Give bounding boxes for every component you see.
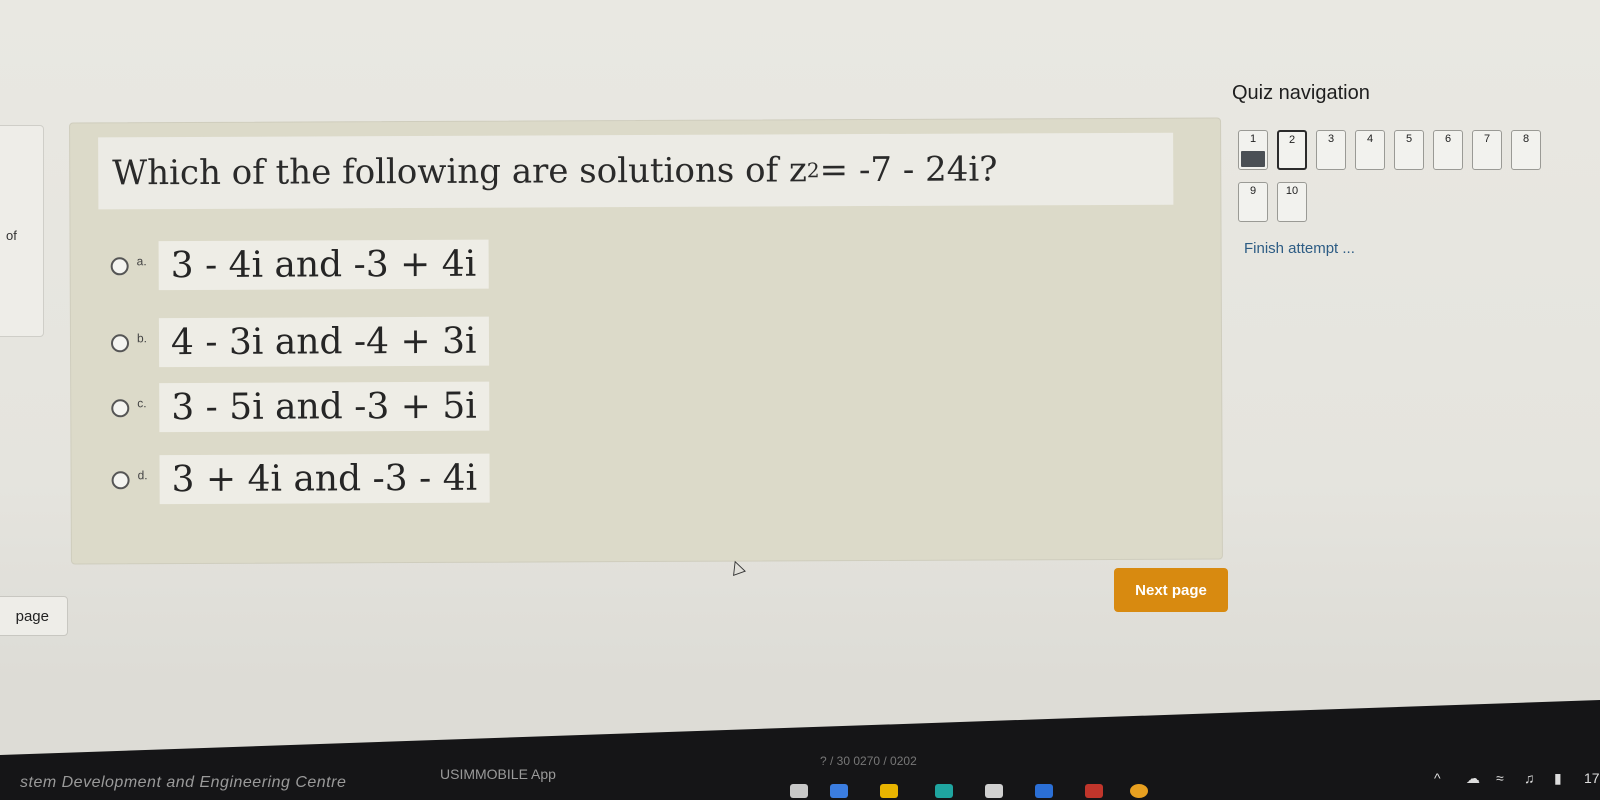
- question-card: Which of the following are solutions of …: [69, 117, 1223, 565]
- quiz-nav-button-1[interactable]: 1: [1238, 130, 1268, 170]
- radio-icon[interactable]: [111, 398, 130, 417]
- option-c[interactable]: c. 3 - 5i and -3 + 5i: [111, 381, 489, 433]
- quiz-nav-number: 3: [1327, 133, 1335, 145]
- question-exponent: 2: [806, 158, 820, 183]
- radio-icon[interactable]: [110, 256, 129, 275]
- chevron-up-icon[interactable]: ^: [1434, 770, 1441, 786]
- quiz-nav-button-9[interactable]: 9: [1238, 182, 1268, 222]
- folder-icon[interactable]: [880, 784, 898, 798]
- quiz-navigation-title: Quiz navigation: [1232, 82, 1370, 104]
- edge-icon[interactable]: [830, 784, 848, 798]
- quiz-nav-number: 7: [1483, 133, 1491, 145]
- finish-attempt-link[interactable]: Finish attempt ...: [1244, 240, 1355, 257]
- chrome-icon[interactable]: [1130, 784, 1148, 798]
- quiz-nav-number: 10: [1285, 185, 1299, 197]
- radio-icon[interactable]: [111, 470, 130, 489]
- option-letter: a.: [136, 253, 147, 268]
- quiz-nav-number: 5: [1405, 133, 1413, 145]
- cloud-icon[interactable]: ☁: [1466, 770, 1480, 787]
- option-d[interactable]: d. 3 + 4i and -3 - 4i: [111, 453, 490, 505]
- answered-flag: [1241, 151, 1265, 167]
- quiz-nav-button-6[interactable]: 6: [1433, 130, 1463, 170]
- taskbar-app-title[interactable]: USIMMOBILE App: [440, 766, 556, 782]
- clock[interactable]: 17: [1584, 770, 1600, 786]
- option-letter: c.: [137, 395, 147, 410]
- quiz-nav-number: 9: [1249, 185, 1257, 197]
- quiz-nav-button-5[interactable]: 5: [1394, 130, 1424, 170]
- question-prefix: Which of the following are solutions of …: [112, 150, 807, 194]
- option-text[interactable]: 3 - 5i and -3 + 5i: [159, 381, 489, 433]
- word-icon[interactable]: [1035, 784, 1053, 798]
- option-text[interactable]: 3 + 4i and -3 - 4i: [159, 453, 490, 505]
- radio-icon[interactable]: [110, 333, 130, 352]
- wifi-icon[interactable]: ≈: [1496, 770, 1504, 786]
- calculator-icon[interactable]: [985, 784, 1003, 798]
- option-text[interactable]: 3 - 4i and -3 + 4i: [158, 239, 489, 291]
- volume-icon[interactable]: ♫: [1524, 770, 1535, 786]
- quiz-nav-number: 1: [1249, 133, 1257, 145]
- question-text: Which of the following are solutions of …: [98, 132, 1174, 210]
- quiz-nav-number: 8: [1522, 133, 1530, 145]
- battery-icon[interactable]: ▮: [1554, 770, 1562, 787]
- next-page-button[interactable]: Next page: [1114, 568, 1228, 612]
- left-panel-of-text: of: [6, 228, 17, 243]
- quiz-nav-button-10[interactable]: 10: [1277, 182, 1307, 222]
- previous-page-button[interactable]: page: [0, 596, 68, 636]
- question-suffix: = -7 - 24i?: [819, 149, 998, 191]
- option-letter: b.: [136, 330, 148, 345]
- quiz-nav-button-4[interactable]: 4: [1355, 130, 1385, 170]
- option-letter: d.: [137, 467, 148, 482]
- app-icon-1[interactable]: [790, 784, 808, 798]
- quiz-nav-button-2[interactable]: 2: [1277, 130, 1307, 170]
- quiz-nav-number: 6: [1444, 133, 1452, 145]
- quiz-nav-button-3[interactable]: 3: [1316, 130, 1346, 170]
- taskbar-window-title[interactable]: stem Development and Engineering Centre: [20, 774, 346, 792]
- option-text[interactable]: 4 - 3i and -4 + 3i: [158, 316, 489, 368]
- option-a[interactable]: a. 3 - 4i and -3 + 4i: [110, 239, 489, 291]
- quiz-nav-button-8[interactable]: 8: [1511, 130, 1541, 170]
- browser-icon[interactable]: [935, 784, 953, 798]
- quiz-nav-button-7[interactable]: 7: [1472, 130, 1502, 170]
- quiz-nav-number: 2: [1288, 134, 1296, 146]
- option-b[interactable]: b. 4 - 3i and -4 + 3i: [110, 316, 489, 368]
- mail-icon[interactable]: [1085, 784, 1103, 798]
- quiz-nav-number: 4: [1366, 133, 1374, 145]
- taskbar-date-fragment: ? / 30 0270 / 0202: [820, 754, 917, 768]
